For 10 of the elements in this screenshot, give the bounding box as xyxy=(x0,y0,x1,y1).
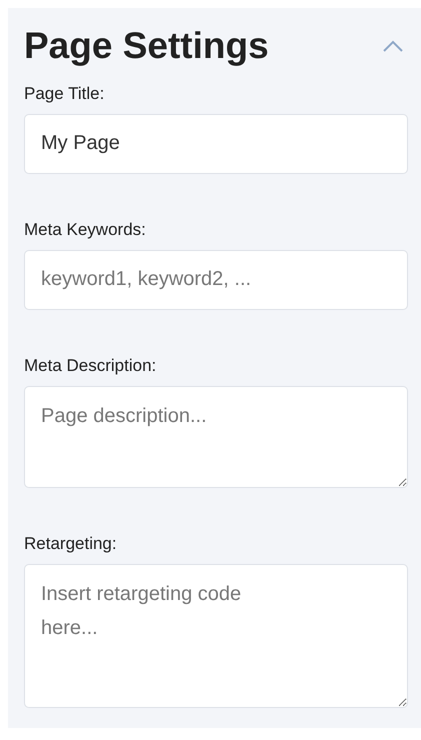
text-field[interactable]: My Page xyxy=(24,114,408,174)
text-area[interactable]: Page description... xyxy=(24,386,408,488)
panel-title: Page Settings xyxy=(24,24,269,68)
field-label: Retargeting: xyxy=(24,532,118,554)
field-label: Meta Description: xyxy=(24,354,158,376)
field-label: Meta Keywords: xyxy=(24,218,147,240)
text-field[interactable]: keyword1, keyword2, ... xyxy=(24,250,408,310)
chevron-icon xyxy=(382,38,404,53)
text-area[interactable]: Insert retargeting code here... xyxy=(24,564,408,708)
field-label: Page Title: xyxy=(24,82,106,104)
